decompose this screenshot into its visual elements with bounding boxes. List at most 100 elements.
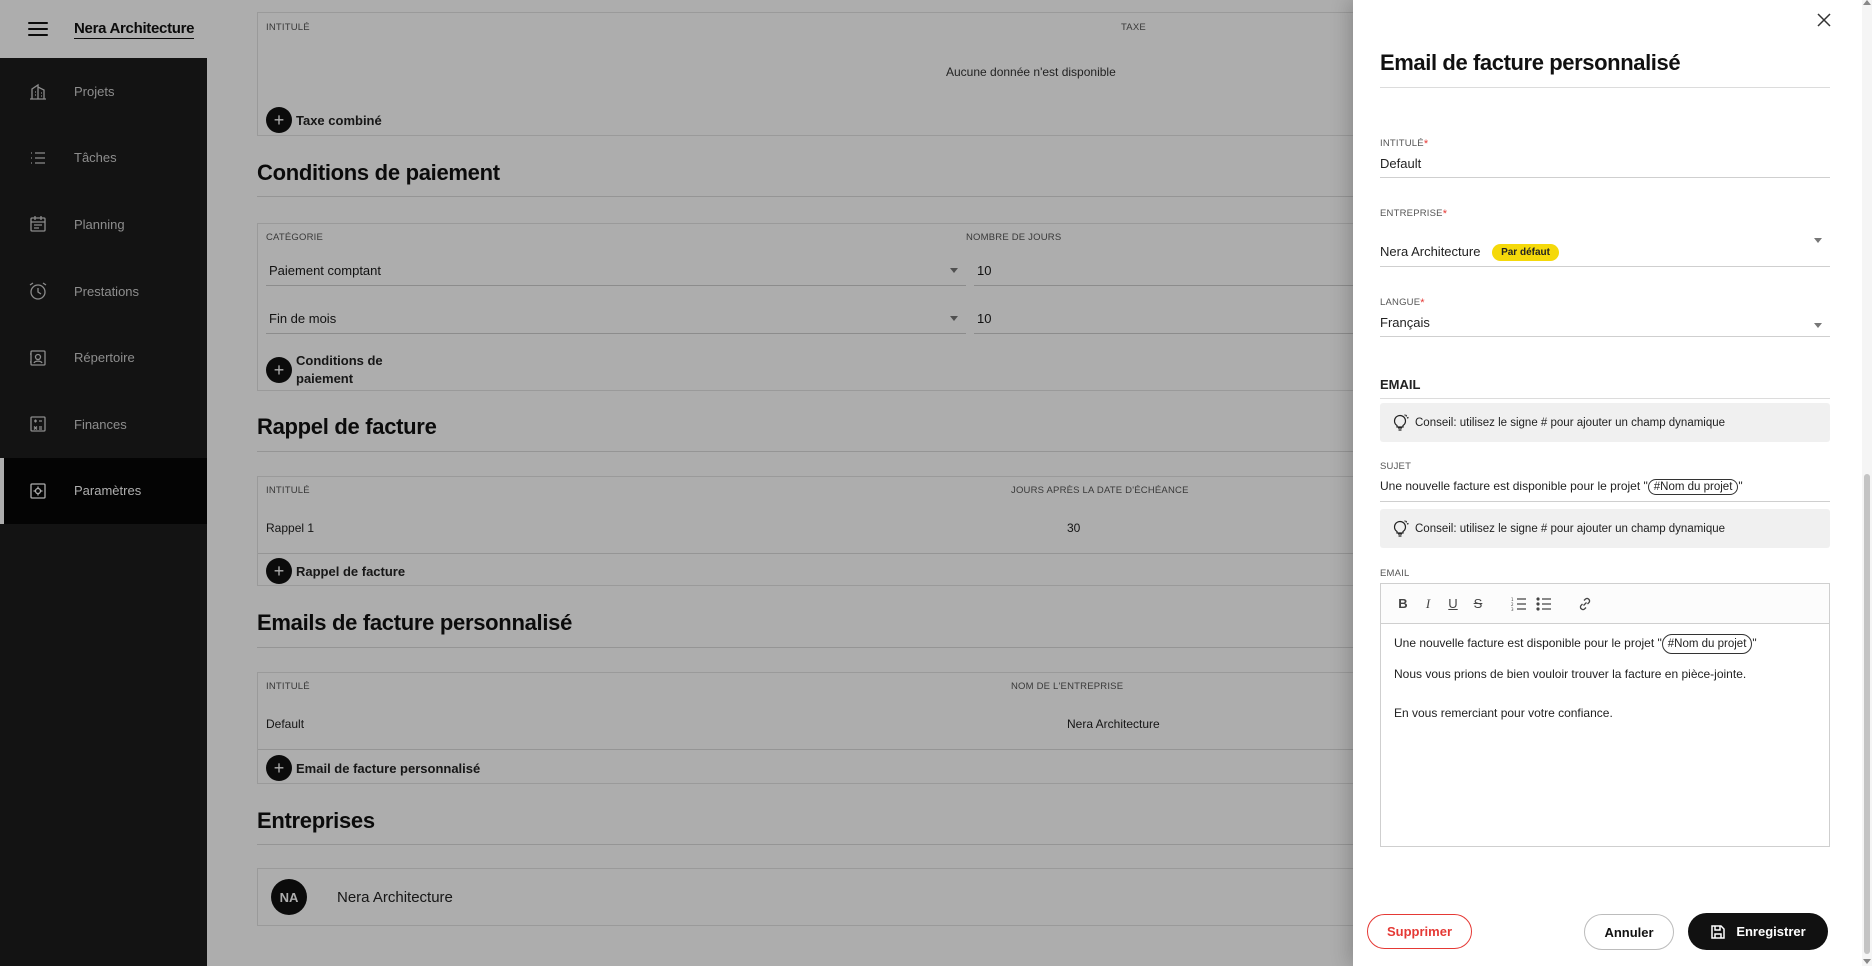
save-button[interactable]: Enregistrer [1688,913,1828,950]
section-divider [257,451,1353,452]
default-badge: Par défaut [1492,244,1559,262]
title-divider [1380,87,1830,88]
floppy-disk-icon [1710,924,1726,940]
sidebar-nav: Projets Tâches Planning Prestations Répe… [0,58,207,525]
plus-icon: + [266,755,292,781]
intitule-input[interactable]: Default [1380,150,1830,178]
calendar-icon [28,214,48,234]
column-header-days: NOMBRE DE JOURS [966,232,1062,243]
column-header-title: INTITULÉ [266,681,310,692]
sidebar-item-parametres[interactable]: Paramètres [0,457,207,525]
building-icon [28,81,48,101]
email-section-header: EMAIL [1380,377,1830,399]
column-header-days-after: JOURS APRÈS LA DATE D'ÉCHÉANCE [1011,485,1189,496]
cancel-button[interactable]: Annuler [1584,914,1674,950]
sidebar-item-prestations[interactable]: Prestations [0,258,207,325]
column-header-tax: TAXE [1121,22,1146,33]
add-combined-tax-button[interactable]: + Taxe combiné [266,107,382,133]
row-divider [258,749,1353,750]
list-icon [28,148,48,168]
email-row-title[interactable]: Default [266,717,304,731]
payment-category-select[interactable]: Paiement comptant [266,256,966,286]
dynamic-field-chip[interactable]: #Nom du projet [1647,479,1739,495]
scroll-thumb[interactable] [1864,474,1870,954]
sidebar-item-label: Projets [74,83,115,99]
sidebar-item-label: Répertoire [74,350,135,366]
column-header-category: CATÉGORIE [266,232,324,243]
menu-icon[interactable] [28,22,48,36]
sujet-input[interactable]: Une nouvelle facture est disponible pour… [1380,472,1830,502]
sidebar-item-projets[interactable]: Projets [0,58,207,125]
sidebar-item-label: Planning [74,216,125,232]
payment-category-select[interactable]: Fin de mois [266,304,966,334]
payment-days-input[interactable]: 10 [974,256,1353,286]
section-divider [257,647,1353,648]
settings-icon [28,481,48,501]
close-icon[interactable] [1814,10,1834,30]
section-divider [257,844,1353,845]
add-custom-email-button[interactable]: + Email de facture personnalisé [266,755,480,781]
sidebar-item-label: Finances [74,416,127,432]
sidebar-item-label: Tâches [74,150,117,166]
intitule-field: INTITULÉ* Default [1380,138,1830,178]
finance-icon [28,414,48,434]
section-title-payment: Conditions de paiement [257,160,500,185]
drawer-scrollbar[interactable] [1862,0,1872,966]
scroll-down-icon[interactable] [1863,959,1871,964]
chevron-down-icon [950,316,958,321]
brand-name[interactable]: Nera Architecture [74,20,195,39]
lightbulb-icon [1389,412,1411,434]
editor-toolbar: B I U S 123 [1381,584,1829,624]
dynamic-field-chip[interactable]: #Nom du projet [1661,634,1753,655]
sidebar-item-repertoire[interactable]: Répertoire [0,324,207,391]
chevron-down-icon [950,268,958,273]
payment-days-input[interactable]: 10 [974,304,1353,334]
add-payment-condition-button[interactable]: + Conditions de paiement [266,352,383,387]
avatar: NA [271,879,307,915]
link-icon[interactable] [1575,594,1595,614]
entreprise-select[interactable]: Nera Architecture Par défaut [1380,238,1830,268]
sidebar-item-taches[interactable]: Tâches [0,125,207,192]
reminder-table: INTITULÉ JOURS APRÈS LA DATE D'ÉCHÉANCE … [257,476,1353,586]
column-header-title: INTITULÉ [266,22,310,33]
add-reminder-button[interactable]: + Rappel de facture [266,558,405,584]
section-divider [257,196,1353,197]
edit-email-drawer: Email de facture personnalisé INTITULÉ* … [1353,0,1872,966]
column-header-company: NOM DE L'ENTREPRISE [1011,681,1124,692]
bold-icon[interactable]: B [1393,594,1413,614]
delete-button[interactable]: Supprimer [1367,914,1472,949]
email-body-editor: B I U S 123 Une nouvelle facture est dis… [1380,583,1830,847]
email-row-company: Nera Architecture [1067,717,1160,731]
langue-select[interactable]: Français [1380,309,1830,337]
tax-table: INTITULÉ TAXE Aucune donnée n'est dispon… [257,12,1353,136]
drawer-title: Email de facture personnalisé [1380,50,1681,75]
italic-icon[interactable]: I [1418,594,1438,614]
chevron-down-icon [1814,323,1822,328]
underline-icon[interactable]: U [1443,594,1463,614]
emails-table: INTITULÉ NOM DE L'ENTREPRISE Default Ner… [257,672,1353,784]
lightbulb-icon [1389,518,1411,540]
svg-text:3: 3 [1511,607,1514,611]
plus-icon: + [266,558,292,584]
strikethrough-icon[interactable]: S [1468,594,1488,614]
company-name: Nera Architecture [337,889,453,906]
scroll-up-icon[interactable] [1863,0,1871,5]
payment-table: CATÉGORIE NOMBRE DE JOURS Paiement compt… [257,223,1353,391]
sidebar-item-planning[interactable]: Planning [0,191,207,258]
section-title-emails: Emails de facture personnalisé [257,610,573,635]
row-divider [258,553,1353,554]
entreprise-field: ENTREPRISE* Nera Architecture Par défaut [1380,208,1830,268]
plus-icon: + [266,356,292,383]
bullet-list-icon[interactable] [1534,594,1554,614]
dynamic-field-tip: Conseil: utilisez le signe # pour ajoute… [1380,509,1830,548]
settings-page: INTITULÉ TAXE Aucune donnée n'est dispon… [207,0,1353,966]
plus-icon: + [266,107,292,133]
ordered-list-icon[interactable]: 123 [1509,594,1529,614]
column-header-title: INTITULÉ [266,485,310,496]
chevron-down-icon [1814,238,1822,243]
email-body-content[interactable]: Une nouvelle facture est disponible pour… [1381,624,1829,744]
sidebar-item-finances[interactable]: Finances [0,391,207,458]
dynamic-field-tip: Conseil: utilisez le signe # pour ajoute… [1380,403,1830,442]
sidebar-item-label: Paramètres [74,483,142,499]
company-row[interactable]: NA Nera Architecture [257,868,1353,926]
